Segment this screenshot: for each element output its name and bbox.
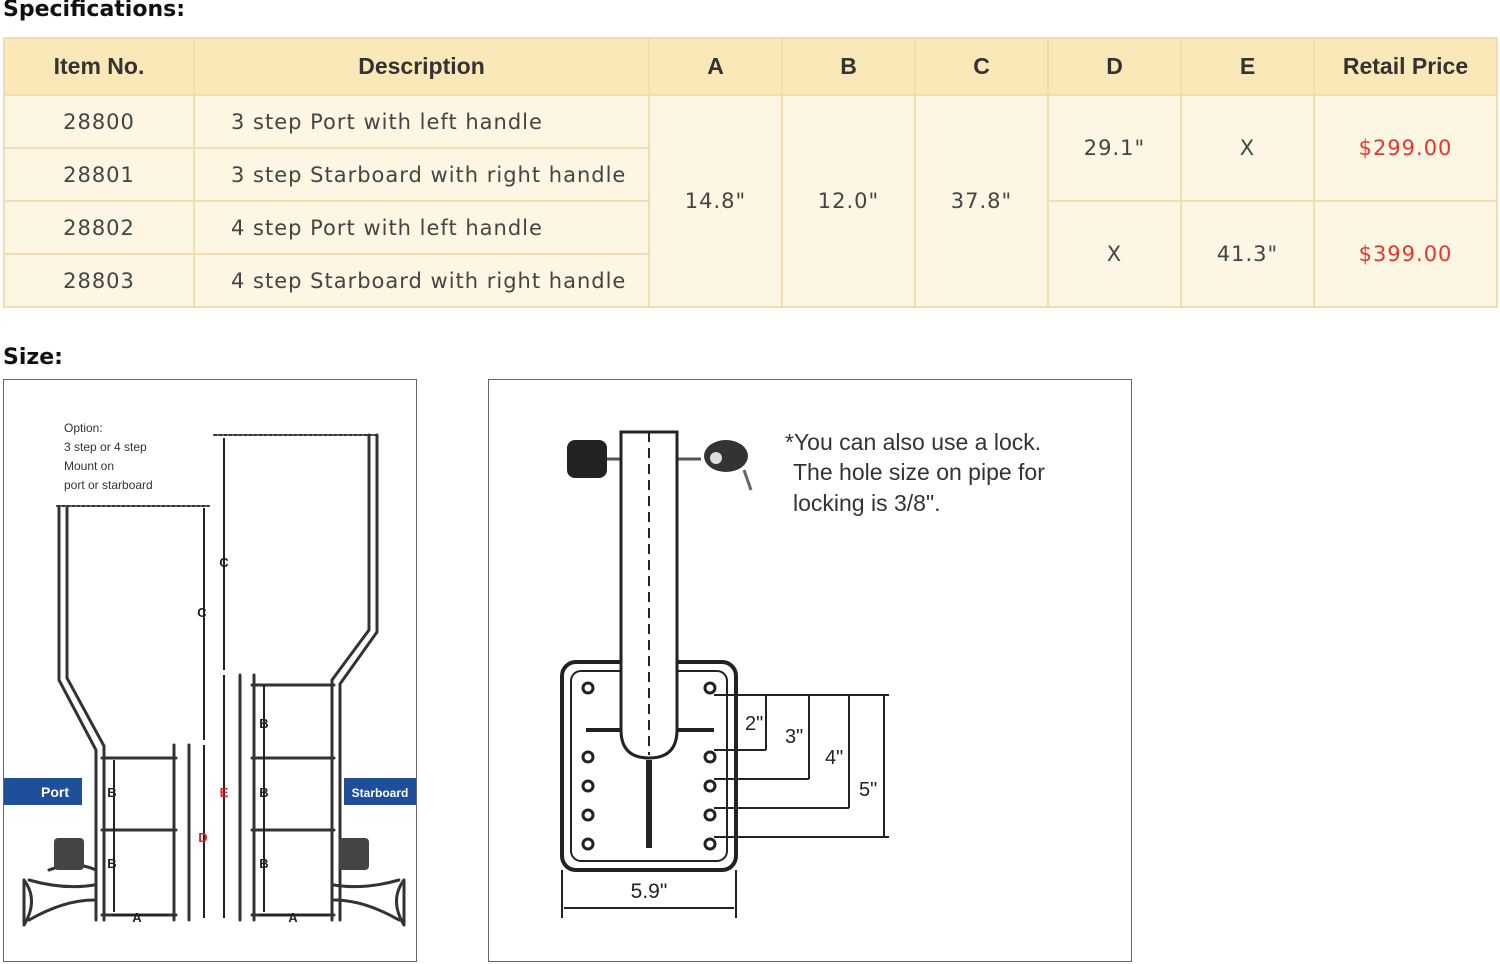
dimension-e-value: X bbox=[1180, 94, 1315, 202]
starboard-label: Starboard bbox=[352, 786, 409, 800]
dimension-d-value: 29.1" bbox=[1047, 94, 1182, 202]
item-number: 28802 bbox=[3, 200, 195, 255]
port-label: Port bbox=[41, 784, 69, 800]
dimension-b-label: B bbox=[259, 785, 268, 800]
item-description: 4 step Starboard with right handle bbox=[193, 253, 650, 308]
dimension-d-label: D bbox=[198, 830, 207, 845]
plate-width-label: 5.9" bbox=[631, 880, 668, 903]
item-description: 3 step Starboard with right handle bbox=[193, 147, 650, 202]
dimension-c-label: C bbox=[197, 605, 207, 620]
mounting-plate-diagram: 2" 3" 4" 5" 5.9" *You can also use a loc… bbox=[488, 379, 1132, 962]
dimension-e-value: 41.3" bbox=[1180, 200, 1315, 308]
hole-spacing-label: 2" bbox=[745, 713, 763, 735]
hole-spacing-label: 5" bbox=[859, 779, 877, 801]
dimension-b-label: B bbox=[107, 856, 116, 871]
dimension-a-value: 14.8" bbox=[648, 94, 783, 308]
item-number: 28803 bbox=[3, 253, 195, 308]
dimension-d-value: X bbox=[1047, 200, 1182, 308]
starboard-bracket-icon bbox=[339, 838, 369, 870]
header-d: D bbox=[1047, 37, 1182, 96]
specifications-title: Specifications: bbox=[3, 0, 186, 22]
padlock-icon bbox=[704, 440, 753, 491]
item-number: 28801 bbox=[3, 147, 195, 202]
dimension-b-label: B bbox=[107, 785, 116, 800]
header-b: B bbox=[781, 37, 916, 96]
header-e: E bbox=[1180, 37, 1315, 96]
dimension-e-label: E bbox=[220, 785, 229, 800]
hole-spacing-label: 4" bbox=[825, 747, 843, 769]
option-line: Option: bbox=[64, 421, 103, 435]
dimension-b-label: B bbox=[259, 856, 268, 871]
table-row: 28800 3 step Port with left handle 14.8"… bbox=[3, 94, 1498, 308]
item-description: 3 step Port with left handle bbox=[193, 94, 650, 149]
specifications-table: Item No. Description A B C D E Retail Pr… bbox=[3, 37, 1498, 308]
header-item-no: Item No. bbox=[3, 37, 195, 96]
dimension-b-label: B bbox=[259, 716, 268, 731]
header-retail-price: Retail Price bbox=[1313, 37, 1498, 96]
retail-price: $399.00 bbox=[1313, 200, 1498, 308]
retail-price: $299.00 bbox=[1313, 94, 1498, 202]
dimension-c-label: C bbox=[219, 555, 229, 570]
lock-note-line: locking is 3/8". bbox=[793, 490, 941, 516]
option-line: 3 step or 4 step bbox=[64, 440, 147, 454]
ladder-dimension-diagram: Option: 3 step or 4 step Mount on port o… bbox=[3, 379, 417, 962]
header-description: Description bbox=[193, 37, 650, 96]
hole-spacing-label: 3" bbox=[785, 726, 803, 748]
lock-note-line: *You can also use a lock. bbox=[785, 429, 1041, 455]
dimension-c-value: 37.8" bbox=[914, 94, 1049, 308]
port-bracket-icon bbox=[54, 838, 84, 870]
dimension-a-label: A bbox=[132, 910, 142, 925]
header-c: C bbox=[914, 37, 1049, 96]
dimension-a-label: A bbox=[288, 910, 298, 925]
table-header-row: Item No. Description A B C D E Retail Pr… bbox=[3, 37, 1498, 96]
item-description: 4 step Port with left handle bbox=[193, 200, 650, 255]
lock-note-line: The hole size on pipe for bbox=[793, 459, 1045, 485]
header-a: A bbox=[648, 37, 783, 96]
lock-cap-icon bbox=[567, 440, 607, 478]
option-line: port or starboard bbox=[64, 478, 153, 492]
dimension-b-value: 12.0" bbox=[781, 94, 916, 308]
option-line: Mount on bbox=[64, 459, 114, 473]
size-title: Size: bbox=[3, 345, 63, 370]
item-number: 28800 bbox=[3, 94, 195, 149]
